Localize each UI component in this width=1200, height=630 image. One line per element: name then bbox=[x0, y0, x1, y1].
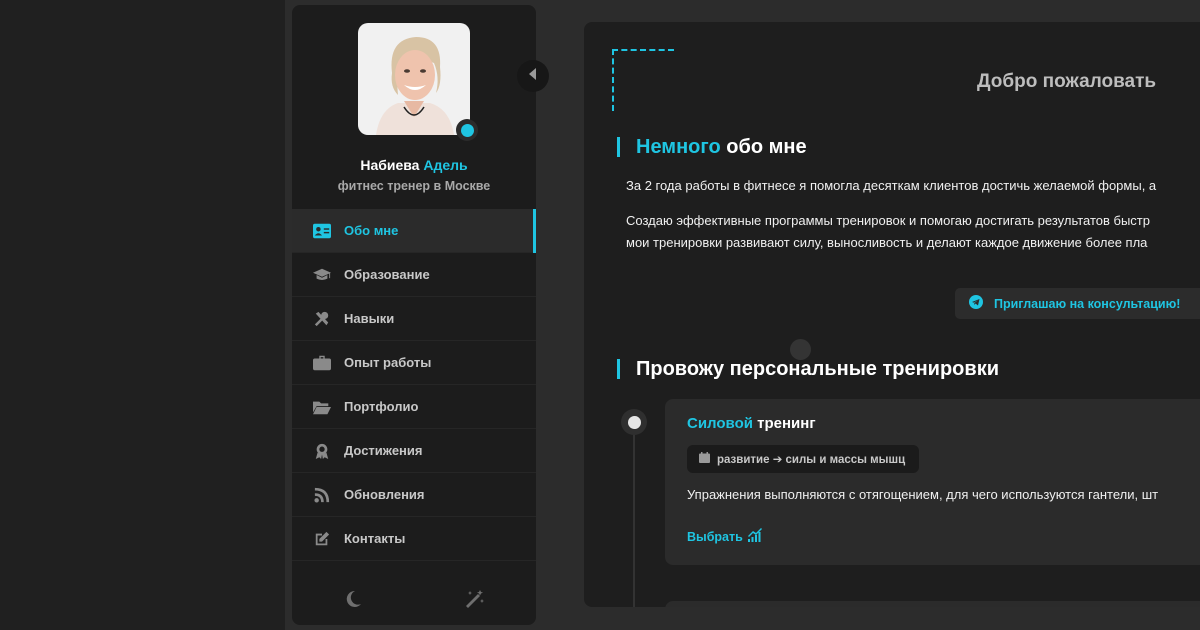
decorative-circle bbox=[790, 339, 811, 360]
tools-icon bbox=[312, 310, 332, 328]
about-paragraph: За 2 года работы в фитнесе я помогла дес… bbox=[626, 178, 1157, 193]
about-paragraph: Создаю эффективные программы тренировок … bbox=[626, 213, 1150, 228]
welcome-heading: Добро пожаловать bbox=[977, 71, 1157, 92]
moon-icon bbox=[343, 589, 363, 614]
training-title-accent: Силовой bbox=[687, 415, 753, 432]
training-card bbox=[665, 601, 1200, 607]
sidebar-footer bbox=[292, 577, 536, 625]
telegram-icon bbox=[969, 295, 994, 312]
consultation-button[interactable]: Приглашаю на консультацию! bbox=[955, 288, 1200, 319]
sidebar-item-skills[interactable]: Навыки bbox=[292, 297, 536, 341]
training-tag: развитие ➔ силы и массы мышц bbox=[687, 445, 920, 473]
training-title-rest: тренинг bbox=[757, 415, 816, 432]
sidebar-item-achievements[interactable]: Достижения bbox=[292, 429, 536, 473]
sidebar-nav: Обо мне Образование Навыки Опыт работы П… bbox=[292, 209, 536, 561]
profile-name: Набиева Адель bbox=[292, 157, 536, 173]
award-icon bbox=[312, 442, 332, 460]
magic-wand-icon bbox=[465, 589, 485, 614]
sidebar-item-label: Портфолио bbox=[344, 399, 419, 414]
main-content: Добро пожаловать Немного обо мне За 2 го… bbox=[584, 22, 1200, 607]
effects-toggle-button[interactable] bbox=[463, 589, 487, 613]
training-card: Силовой тренинг развитие ➔ силы и массы … bbox=[665, 399, 1200, 565]
avatar bbox=[358, 23, 470, 135]
training-tag-label: развитие ➔ силы и массы мышц bbox=[717, 454, 906, 466]
about-section-title: Немного обо мне bbox=[617, 137, 807, 157]
edit-icon bbox=[312, 530, 332, 548]
graduation-cap-icon bbox=[312, 266, 332, 284]
profile-first-name: Адель bbox=[423, 157, 468, 173]
briefcase-icon bbox=[312, 354, 332, 372]
about-paragraph: мои тренировки развивают силу, выносливо… bbox=[626, 235, 1148, 250]
sidebar-item-education[interactable]: Образование bbox=[292, 253, 536, 297]
corner-decoration bbox=[612, 49, 674, 51]
trainings-section-title: Провожу персональные тренировки bbox=[617, 359, 999, 379]
sidebar-item-about[interactable]: Обо мне bbox=[292, 209, 536, 253]
sidebar-item-contacts[interactable]: Контакты bbox=[292, 517, 536, 561]
id-card-icon bbox=[312, 222, 332, 240]
rss-icon bbox=[312, 486, 332, 504]
online-status-indicator bbox=[456, 119, 478, 141]
sidebar-item-label: Образование bbox=[344, 267, 430, 282]
choose-link-label: Выбрать bbox=[687, 529, 743, 544]
sidebar: Набиева Адель фитнес тренер в Москве Обо… bbox=[292, 5, 536, 625]
sidebar-collapse-button[interactable] bbox=[517, 60, 549, 92]
profile-surname: Набиева bbox=[360, 157, 420, 173]
calendar-icon bbox=[699, 452, 717, 466]
timeline-line bbox=[633, 422, 635, 607]
about-title-rest: обо мне bbox=[726, 136, 807, 158]
profile-role: фитнес тренер в Москве bbox=[337, 179, 491, 193]
sidebar-item-label: Достижения bbox=[344, 443, 423, 458]
folder-open-icon bbox=[312, 398, 332, 416]
sidebar-item-label: Обо мне bbox=[344, 223, 399, 238]
caret-left-icon bbox=[528, 67, 538, 85]
training-card-title: Силовой тренинг bbox=[687, 415, 816, 432]
sidebar-item-portfolio[interactable]: Портфолио bbox=[292, 385, 536, 429]
training-description: Упражнения выполняются с отягощением, дл… bbox=[687, 487, 1159, 502]
consultation-button-label: Приглашаю на консультацию! bbox=[994, 296, 1181, 311]
chart-trend-icon bbox=[743, 528, 763, 545]
sidebar-item-label: Опыт работы bbox=[344, 355, 432, 370]
choose-training-link[interactable]: Выбрать bbox=[687, 528, 763, 545]
sidebar-item-label: Обновления bbox=[344, 487, 425, 502]
timeline-dot bbox=[621, 409, 647, 435]
sidebar-item-label: Контакты bbox=[344, 531, 406, 546]
sidebar-item-updates[interactable]: Обновления bbox=[292, 473, 536, 517]
sidebar-item-label: Навыки bbox=[344, 311, 395, 326]
about-title-accent: Немного bbox=[636, 136, 721, 158]
theme-toggle-button[interactable] bbox=[341, 589, 365, 613]
corner-decoration bbox=[612, 49, 614, 111]
sidebar-item-experience[interactable]: Опыт работы bbox=[292, 341, 536, 385]
